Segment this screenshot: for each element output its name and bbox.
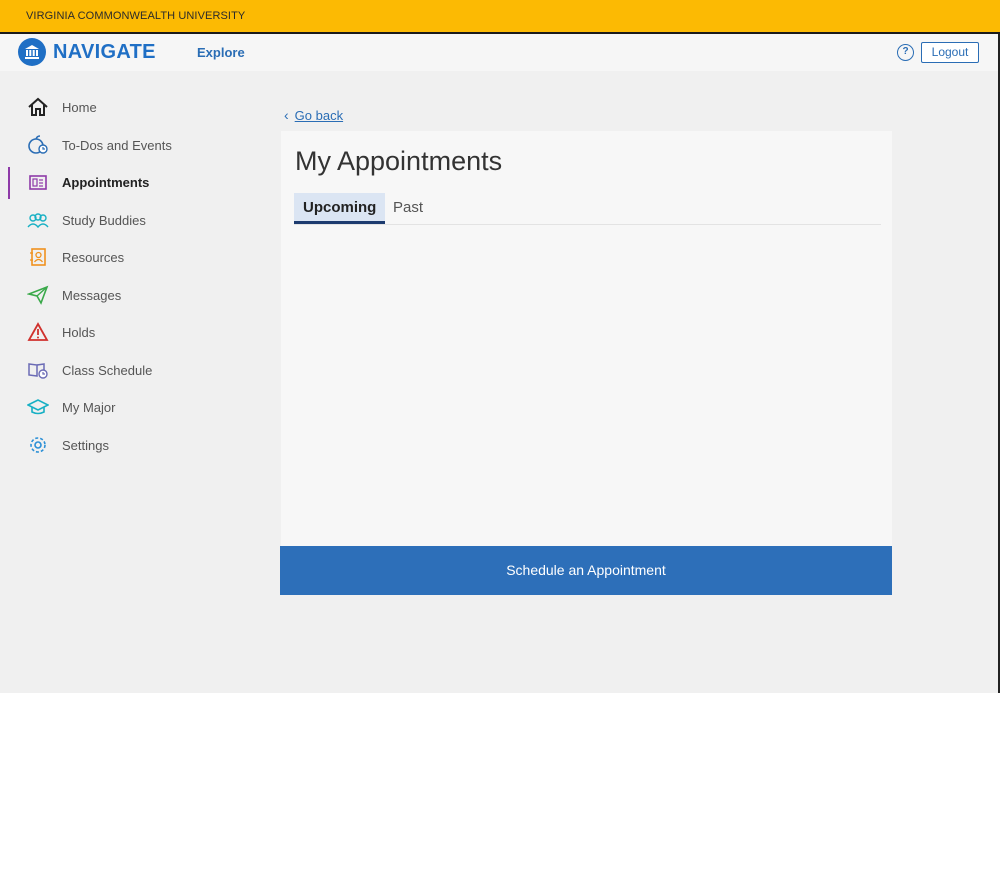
sidebar-item-label: Settings	[62, 437, 109, 453]
top-navigation-bar: NAVIGATE Explore ? Logout	[0, 34, 998, 71]
sidebar-item-settings[interactable]: Settings	[0, 426, 250, 464]
appointment-tabs: Upcoming Past	[294, 193, 881, 225]
logout-button[interactable]: Logout	[921, 42, 979, 63]
sidebar-item-appointments[interactable]: Appointments	[0, 163, 250, 201]
sidebar-item-label: Class Schedule	[62, 362, 153, 378]
sidebar-item-label: Appointments	[62, 175, 150, 190]
paper-plane-icon	[26, 285, 49, 305]
sidebar-item-label: Messages	[62, 287, 122, 303]
sidebar-item-study-buddies[interactable]: Study Buddies	[0, 201, 250, 239]
logo-text: NAVIGATE	[53, 40, 156, 63]
navigate-logo[interactable]: NAVIGATE	[18, 38, 156, 66]
university-bar: VIRGINIA COMMONWEALTH UNIVERSITY	[0, 0, 1000, 34]
sidebar-item-label: Resources	[62, 250, 125, 265]
app-window: VIRGINIA COMMONWEALTH UNIVERSITY NAVIGAT…	[0, 0, 1000, 693]
warning-triangle-icon	[27, 322, 49, 342]
help-icon[interactable]: ?	[897, 44, 914, 61]
chevron-left-icon: ‹	[284, 107, 289, 123]
sidebar-item-messages[interactable]: Messages	[0, 276, 250, 314]
university-name: VIRGINIA COMMONWEALTH UNIVERSITY	[26, 10, 246, 22]
people-icon	[27, 210, 49, 230]
tab-upcoming[interactable]: Upcoming	[294, 193, 386, 224]
schedule-appointment-button[interactable]: Schedule an Appointment	[280, 546, 892, 595]
home-icon	[27, 97, 49, 117]
sidebar: Home To-Dos and Events Appointments Stud…	[0, 88, 250, 463]
sidebar-item-label: My Major	[62, 400, 116, 415]
sidebar-item-home[interactable]: Home	[0, 88, 250, 126]
sidebar-item-label: Home	[62, 100, 97, 115]
book-schedule-icon	[27, 360, 49, 380]
sidebar-item-my-major[interactable]: My Major	[0, 388, 250, 426]
go-back-label: Go back	[294, 107, 344, 123]
contact-book-icon	[27, 247, 49, 267]
gear-icon	[27, 435, 49, 455]
appointment-card-icon	[27, 172, 49, 192]
apple-clock-icon	[27, 134, 49, 155]
institution-icon	[18, 38, 46, 66]
sidebar-item-todos[interactable]: To-Dos and Events	[0, 126, 250, 164]
sidebar-item-resources[interactable]: Resources	[0, 238, 250, 276]
sidebar-item-label: Holds	[62, 325, 96, 340]
sidebar-item-label: To-Dos and Events	[62, 137, 172, 153]
explore-link[interactable]: Explore	[197, 45, 245, 60]
page-title: My Appointments	[295, 146, 503, 176]
tab-past[interactable]: Past	[384, 193, 432, 224]
sidebar-item-class-schedule[interactable]: Class Schedule	[0, 351, 250, 389]
graduation-cap-icon	[26, 397, 50, 417]
sidebar-item-label: Study Buddies	[62, 212, 146, 228]
sidebar-item-holds[interactable]: Holds	[0, 313, 250, 351]
go-back-link[interactable]: ‹ Go back	[284, 107, 343, 123]
